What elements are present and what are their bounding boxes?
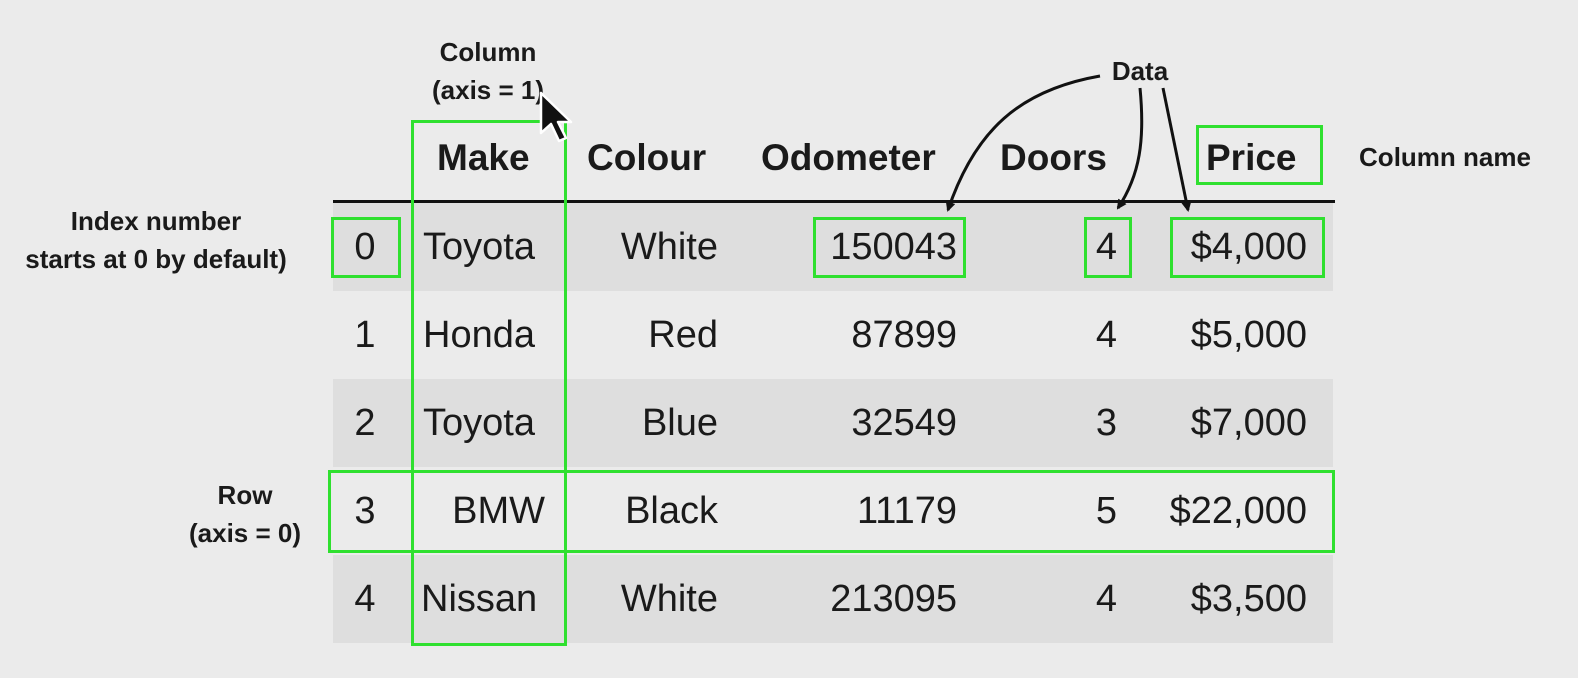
- annotation-arrows: [539, 74, 1192, 212]
- mouse-cursor-icon: [539, 91, 573, 143]
- arrow-icon: [1116, 87, 1144, 210]
- arrow-icon: [945, 74, 1101, 212]
- arrow-icon: [1161, 87, 1192, 212]
